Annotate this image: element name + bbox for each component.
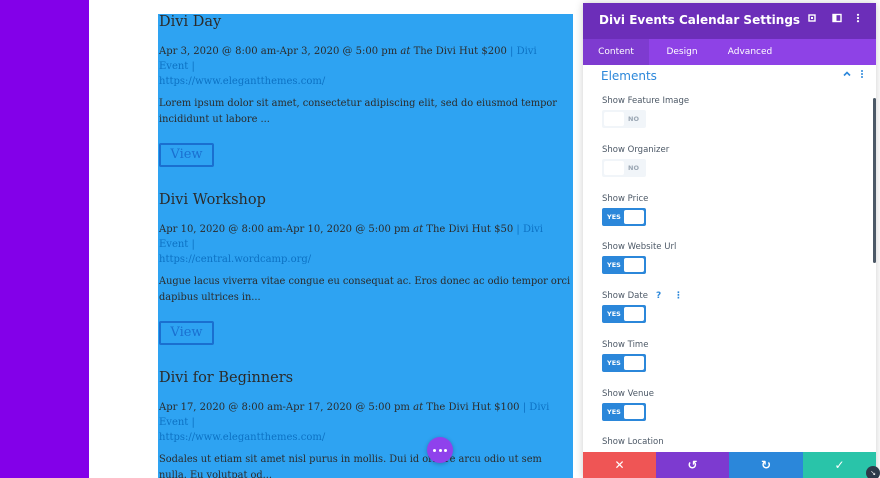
toggle-value: NO	[628, 164, 639, 172]
event-excerpt: Augue lacus viverra vitae congue eu cons…	[159, 276, 571, 303]
save-button[interactable]: ✓	[803, 452, 876, 478]
resize-corner-icon[interactable]: ↘	[866, 466, 880, 478]
dot-icon	[438, 448, 442, 452]
sidebar-icon[interactable]	[830, 13, 844, 27]
event-at: at	[413, 224, 424, 235]
toggle-value: YES	[607, 310, 621, 318]
setting-label: Show Organizer	[602, 145, 670, 155]
toggle-knob	[604, 112, 624, 126]
toggle-switch[interactable]: YES	[602, 208, 646, 226]
event-at: at	[400, 46, 411, 57]
event-separator: |	[191, 417, 195, 428]
redo-button[interactable]: ↻	[729, 452, 803, 478]
event-date: Apr 17, 2020 @ 8:00 am-Apr 17, 2020 @ 5:…	[159, 402, 410, 413]
view-button[interactable]: View	[159, 143, 214, 167]
event-venue: The Divi Hut $100	[426, 402, 520, 413]
toggle-switch[interactable]: YES	[602, 305, 646, 323]
setting-label: Show Time	[602, 340, 649, 350]
dot-icon	[444, 448, 448, 452]
toggle-knob	[624, 258, 644, 272]
toggle-switch[interactable]: YES	[602, 256, 646, 274]
event-date: Apr 3, 2020 @ 8:00 am-Apr 3, 2020 @ 5:00…	[159, 46, 398, 57]
event-excerpt: Sodales ut etiam sit amet nisl purus in …	[159, 454, 542, 478]
expand-icon[interactable]	[805, 13, 819, 27]
toggle-switch[interactable]: NO	[602, 159, 646, 177]
panel-tabs: Content Design Advanced	[583, 39, 876, 65]
cancel-button[interactable]: ✕	[583, 452, 656, 478]
event-meta: Apr 3, 2020 @ 8:00 am-Apr 3, 2020 @ 5:00…	[159, 44, 569, 89]
right-edge-strip	[876, 0, 880, 478]
event-title[interactable]: Divi Workshop	[159, 192, 266, 208]
toggle-switch[interactable]: YES	[602, 354, 646, 372]
toggle-value: YES	[607, 408, 621, 416]
section-title-elements[interactable]: Elements	[601, 69, 657, 83]
toggle-knob	[624, 307, 644, 321]
event-excerpt: Lorem ipsum dolor sit amet, consectetur …	[159, 98, 557, 125]
panel-title: Divi Events Calendar Settings	[599, 13, 801, 27]
undo-button[interactable]: ↺	[656, 452, 729, 478]
event-separator: |	[516, 224, 520, 235]
toggle-switch[interactable]: NO	[602, 110, 646, 128]
more-vertical-icon[interactable]	[851, 13, 865, 27]
module-actions-button[interactable]	[427, 437, 453, 463]
event-website-link[interactable]: https://www.elegantthemes.com/	[159, 76, 325, 87]
tab-design[interactable]: Design	[649, 39, 715, 65]
toggle-knob	[624, 356, 644, 370]
event-website-link[interactable]: https://central.wordcamp.org/	[159, 254, 311, 265]
event-title[interactable]: Divi for Beginners	[159, 370, 293, 386]
event-separator: |	[522, 402, 527, 413]
event-venue: The Divi Hut $200	[413, 46, 507, 57]
toggle-knob	[604, 161, 624, 175]
setting-label: Show Date	[602, 291, 648, 301]
setting-label: Show Feature Image	[602, 96, 690, 106]
panel-header[interactable]: Divi Events Calendar Settings	[583, 3, 876, 39]
dot-icon	[432, 448, 436, 452]
event-meta: Apr 10, 2020 @ 8:00 am-Apr 10, 2020 @ 5:…	[159, 222, 569, 267]
chevron-up-icon[interactable]	[842, 69, 852, 82]
event-meta: Apr 17, 2020 @ 8:00 am-Apr 17, 2020 @ 5:…	[159, 400, 569, 445]
event-website-link[interactable]: https://www.elegantthemes.com/	[159, 432, 325, 443]
setting-label: Show Venue	[602, 389, 655, 399]
toggle-knob	[624, 210, 644, 224]
help-icon[interactable]: ?	[656, 291, 661, 301]
event-venue: The Divi Hut $50	[426, 224, 514, 235]
toggle-knob	[624, 405, 644, 419]
tab-advanced[interactable]: Advanced	[715, 39, 785, 65]
setting-label: Show Website Url	[602, 242, 677, 252]
toggle-value: NO	[628, 115, 639, 123]
event-title[interactable]: Divi Day	[159, 14, 221, 30]
toggle-switch[interactable]: YES	[602, 403, 646, 421]
toggle-value: YES	[607, 261, 621, 269]
event-separator: |	[191, 239, 195, 250]
toggle-value: YES	[607, 359, 621, 367]
more-vertical-icon[interactable]: ⋮	[674, 291, 683, 301]
event-date: Apr 10, 2020 @ 8:00 am-Apr 10, 2020 @ 5:…	[159, 224, 410, 235]
toggle-value: YES	[607, 213, 621, 221]
view-button[interactable]: View	[159, 321, 214, 345]
left-purple-bar	[0, 0, 89, 478]
event-separator: |	[191, 61, 195, 72]
event-at: at	[413, 402, 424, 413]
panel-footer: ✕ ↺ ↻ ✓	[583, 452, 876, 478]
tab-content[interactable]: Content	[583, 39, 649, 65]
setting-label: Show Price	[602, 194, 649, 204]
events-list[interactable]: Divi Day Apr 3, 2020 @ 8:00 am-Apr 3, 20…	[158, 14, 573, 478]
setting-label: Show Location	[602, 437, 664, 447]
event-separator: |	[510, 46, 514, 57]
more-vertical-icon[interactable]	[859, 69, 865, 82]
settings-panel: Divi Events Calendar Settings Content De…	[583, 3, 876, 478]
panel-scrollbar[interactable]	[873, 98, 876, 263]
